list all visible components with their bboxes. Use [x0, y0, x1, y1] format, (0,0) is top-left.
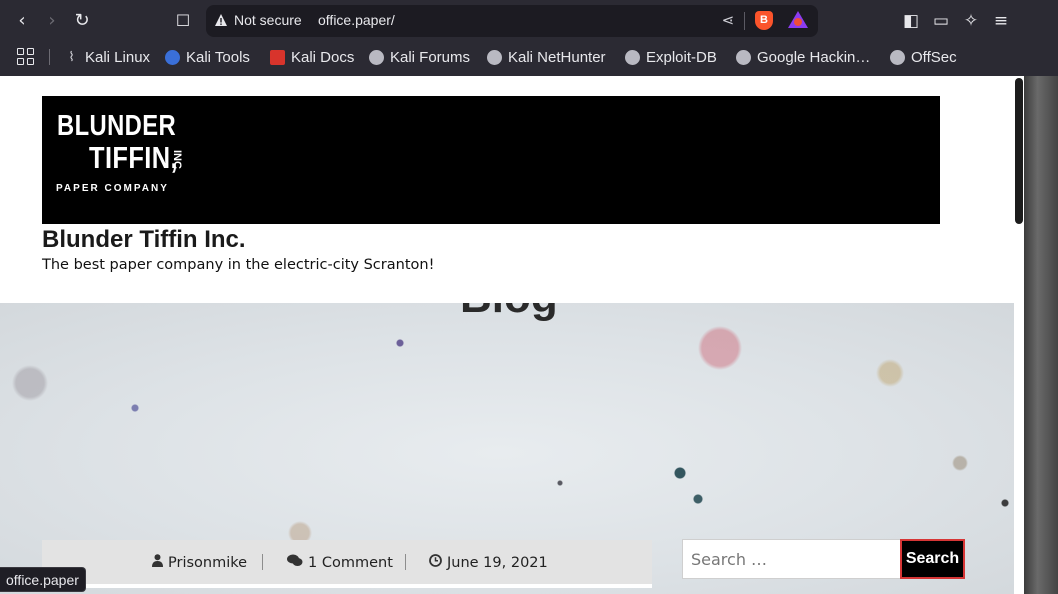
status-url-tooltip: office.paper [0, 567, 86, 592]
bookmark-label: Kali Linux [85, 48, 151, 66]
site-title[interactable]: Blunder Tiffin Inc. [42, 226, 246, 254]
kali-dragon-icon: ⌇ [68, 49, 75, 65]
meta-bar-underline [42, 584, 652, 588]
kali-docs-icon [270, 49, 285, 65]
bookmark-offsec[interactable]: OffSec [890, 46, 957, 68]
globe-icon [736, 49, 751, 65]
clock-icon [429, 554, 442, 571]
warning-icon[interactable] [214, 13, 228, 27]
bookmark-label: Kali NetHunter [508, 48, 606, 66]
hero-title: Blog [460, 303, 558, 323]
header-logo-banner[interactable]: BLUNDER TIFFIN, INC PAPER COMPANY [42, 96, 940, 224]
share-icon[interactable]: ⋖ [719, 11, 737, 29]
browser-chrome: ‹ › ↻ ☐ Not secure office.paper/ ⋖ B ◧ ▭… [0, 0, 1058, 76]
globe-icon [625, 49, 640, 65]
apps-grid-icon[interactable] [17, 48, 35, 66]
bookmark-kali-linux[interactable]: ⌇ Kali Linux [64, 46, 150, 68]
bookmark-label: Google Hackin… [757, 48, 871, 66]
globe-icon [369, 49, 384, 65]
bookmark-kali-nethunter[interactable]: Kali NetHunter [487, 46, 606, 68]
site-tagline: The best paper company in the electric-c… [42, 257, 435, 273]
post-meta-bar: Prisonmike 1 Comment June 19, 2021 [42, 540, 652, 588]
back-icon[interactable]: ‹ [9, 8, 35, 34]
menu-icon[interactable]: ≡ [990, 10, 1012, 32]
leo-ai-icon[interactable]: ✧ [960, 10, 982, 32]
security-label[interactable]: Not secure [234, 12, 302, 28]
meta-divider [405, 554, 406, 570]
brave-shields-icon[interactable]: B [755, 11, 773, 30]
bookmark-label: Kali Docs [291, 48, 355, 66]
url-divider [744, 12, 745, 30]
kali-tools-icon [165, 49, 180, 65]
globe-icon [890, 49, 905, 65]
search-button[interactable]: Search [900, 539, 965, 579]
desktop-background [1024, 76, 1058, 594]
bookmark-google-hacking[interactable]: Google Hackin… [736, 46, 870, 68]
bookmark-label: Exploit-DB [646, 48, 717, 66]
post-comments-count: 1 Comment [308, 554, 393, 571]
search-input[interactable] [682, 539, 902, 579]
forward-icon[interactable]: › [39, 8, 65, 34]
bookmarks-divider [49, 49, 50, 65]
sidebar-toggle-icon[interactable]: ◧ [900, 10, 922, 32]
bookmark-kali-docs[interactable]: Kali Docs [270, 46, 354, 68]
wallet-icon[interactable]: ▭ [930, 10, 952, 32]
meta-divider [262, 554, 263, 570]
post-comments[interactable]: 1 Comment [287, 554, 393, 571]
user-icon [152, 554, 163, 571]
reload-icon[interactable]: ↻ [69, 8, 95, 34]
bookmark-label: OffSec [911, 48, 957, 66]
bookmarks-bar: ⌇ Kali Linux Kali Tools Kali Docs Kali F… [0, 42, 1058, 72]
scrollbar-thumb[interactable] [1015, 78, 1023, 224]
logo-inc: INC [171, 150, 183, 169]
post-author-name: Prisonmike [168, 554, 248, 571]
page-viewport: Blog BLUNDER TIFFIN, INC PAPER COMPANY B… [0, 76, 1024, 594]
bookmark-exploit-db[interactable]: Exploit-DB [625, 46, 717, 68]
bookmark-kali-forums[interactable]: Kali Forums [369, 46, 470, 68]
url-text[interactable]: office.paper/ [318, 12, 395, 28]
bookmark-icon[interactable]: ☐ [170, 8, 196, 34]
bookmark-label: Kali Forums [390, 48, 471, 66]
logo-text-line1: BLUNDER [57, 110, 177, 142]
bookmark-label: Kali Tools [186, 48, 250, 66]
post-author[interactable]: Prisonmike [152, 554, 247, 571]
brave-rewards-icon[interactable] [788, 11, 808, 28]
logo-text-line2: TIFFIN, [89, 140, 179, 175]
post-date[interactable]: June 19, 2021 [429, 554, 548, 571]
bookmark-kali-tools[interactable]: Kali Tools [165, 46, 250, 68]
logo-subtitle: PAPER COMPANY [56, 183, 169, 194]
globe-icon [487, 49, 502, 65]
post-date-text: June 19, 2021 [447, 554, 548, 571]
site-header: BLUNDER TIFFIN, INC PAPER COMPANY Blunde… [0, 76, 1014, 303]
browser-toolbar: ‹ › ↻ ☐ Not secure office.paper/ ⋖ B ◧ ▭… [0, 0, 1058, 42]
comments-icon [287, 554, 303, 571]
search-widget: Search [682, 539, 965, 579]
